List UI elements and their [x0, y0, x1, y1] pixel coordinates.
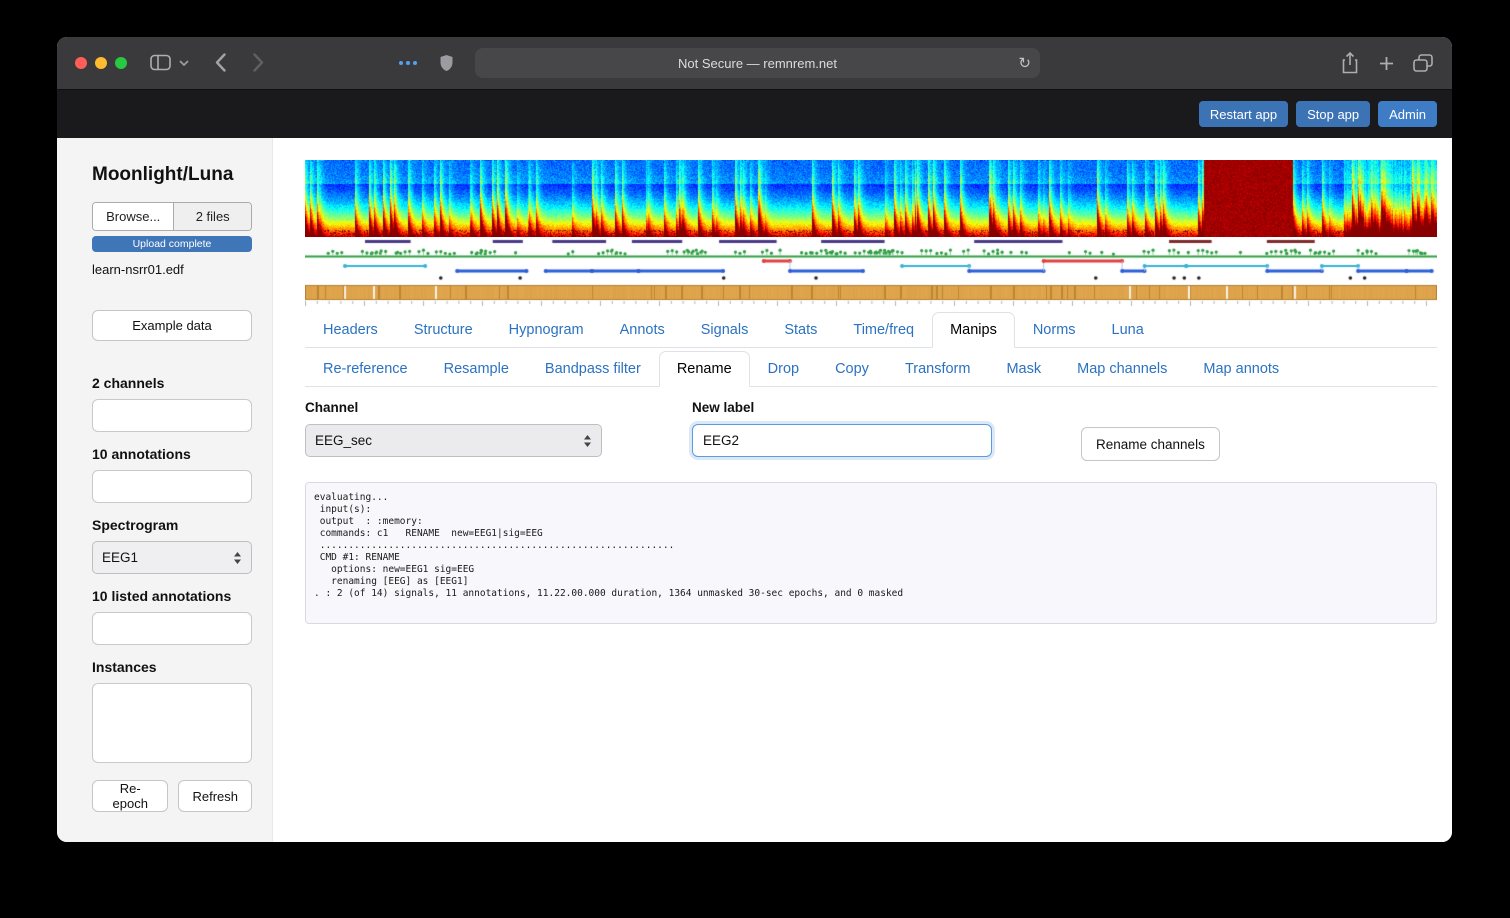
sidebar-toggle-icon[interactable] — [150, 54, 171, 71]
app-body: Moonlight/Luna Browse... 2 files Upload … — [57, 138, 1452, 842]
forward-icon[interactable] — [253, 53, 264, 72]
annotation-tracks — [305, 237, 1437, 307]
new-label-label: New label — [692, 400, 992, 415]
spectrogram-image — [305, 160, 1437, 237]
tab-structure[interactable]: Structure — [396, 312, 491, 348]
browser-window: Not Secure — remnrem.net ↻ Restart app S… — [57, 37, 1452, 842]
subtab-transform[interactable]: Transform — [887, 351, 989, 387]
console-line: input(s): — [314, 504, 1428, 516]
stop-app-button[interactable]: Stop app — [1296, 101, 1370, 127]
re-epoch-button[interactable]: Re-epoch — [92, 780, 168, 812]
select-arrows-icon — [233, 551, 242, 565]
annotations-heading: 10 annotations — [92, 446, 252, 462]
sidebar-buttons: Re-epoch Refresh — [92, 780, 252, 812]
tab-annots[interactable]: Annots — [602, 312, 683, 348]
spectrogram-channel-select[interactable]: EEG1 — [92, 541, 252, 574]
uploaded-filename: learn-nsrr01.edf — [92, 262, 252, 277]
address-bar[interactable]: Not Secure — remnrem.net ↻ — [475, 48, 1040, 78]
app-title: Moonlight/Luna — [92, 164, 252, 186]
tab-headers[interactable]: Headers — [305, 312, 396, 348]
console-line: ........................................… — [314, 540, 1428, 552]
manips-tab-bar: Re-reference Resample Bandpass filter Re… — [305, 351, 1437, 387]
console-line: output : :memory: — [314, 516, 1428, 528]
file-upload-control[interactable]: Browse... 2 files — [92, 202, 252, 231]
tab-norms[interactable]: Norms — [1015, 312, 1094, 348]
back-icon[interactable] — [215, 53, 226, 72]
browse-button[interactable]: Browse... — [93, 203, 174, 230]
files-count-badge: 2 files — [174, 203, 251, 230]
subtab-bandpass-filter[interactable]: Bandpass filter — [527, 351, 659, 387]
subtab-map-annots[interactable]: Map annots — [1185, 351, 1297, 387]
restart-app-button[interactable]: Restart app — [1199, 101, 1288, 127]
tab-signals[interactable]: Signals — [683, 312, 767, 348]
tab-manips[interactable]: Manips — [932, 312, 1015, 348]
share-icon[interactable] — [1341, 51, 1359, 75]
subtab-re-reference[interactable]: Re-reference — [305, 351, 426, 387]
minimize-button[interactable] — [95, 57, 107, 69]
instances-heading: Instances — [92, 659, 252, 675]
zoom-button[interactable] — [115, 57, 127, 69]
instances-listbox[interactable] — [92, 683, 252, 763]
channels-heading: 2 channels — [92, 375, 252, 391]
spectrogram-heading: Spectrogram — [92, 517, 252, 533]
select-arrows-icon — [583, 434, 592, 448]
listed-annotations-input[interactable] — [92, 612, 252, 645]
tab-time-freq[interactable]: Time/freq — [835, 312, 932, 348]
app-header: Restart app Stop app Admin — [57, 89, 1452, 138]
console-line: commands: c1 RENAME new=EEG1|sig=EEG — [314, 528, 1428, 540]
sidebar: Moonlight/Luna Browse... 2 files Upload … — [57, 138, 273, 842]
example-data-button[interactable]: Example data — [92, 310, 252, 341]
subtab-rename[interactable]: Rename — [659, 351, 750, 387]
listed-annotations-heading: 10 listed annotations — [92, 588, 252, 604]
rename-channels-button[interactable]: Rename channels — [1081, 427, 1220, 461]
main-tab-bar: Headers Structure Hypnogram Annots Signa… — [305, 312, 1437, 348]
refresh-button[interactable]: Refresh — [178, 780, 252, 812]
console-line: renaming [EEG] as [EEG1] — [314, 576, 1428, 588]
channels-input[interactable] — [92, 399, 252, 432]
tab-luna[interactable]: Luna — [1094, 312, 1162, 348]
browser-toolbar: Not Secure — remnrem.net ↻ — [57, 37, 1452, 89]
channel-label: Channel — [305, 400, 602, 415]
close-button[interactable] — [75, 57, 87, 69]
console-line: options: new=EEG1 sig=EEG — [314, 564, 1428, 576]
subtab-drop[interactable]: Drop — [750, 351, 817, 387]
new-label-input[interactable] — [692, 424, 992, 457]
channel-select-value: EEG_sec — [315, 433, 372, 448]
chevron-down-icon[interactable] — [179, 60, 189, 66]
console-line: CMD #1: RENAME — [314, 552, 1428, 564]
upload-progress-bar: Upload complete — [92, 236, 252, 252]
channel-select[interactable]: EEG_sec — [305, 424, 602, 457]
subtab-mask[interactable]: Mask — [988, 351, 1059, 387]
app-header-buttons: Restart app Stop app Admin — [1199, 101, 1437, 127]
privacy-shield-icon[interactable] — [439, 54, 454, 72]
spectrogram-channel-value: EEG1 — [102, 550, 138, 565]
tab-overview-icon[interactable] — [1413, 54, 1433, 72]
subtab-map-channels[interactable]: Map channels — [1059, 351, 1185, 387]
tab-stats[interactable]: Stats — [766, 312, 835, 348]
url-text: Not Secure — remnrem.net — [475, 48, 1040, 78]
admin-button[interactable]: Admin — [1378, 101, 1437, 127]
subtab-copy[interactable]: Copy — [817, 351, 887, 387]
console-line: . : 2 (of 14) signals, 11 annotations, 1… — [314, 588, 1428, 600]
new-tab-icon[interactable] — [1379, 56, 1394, 71]
console-line: evaluating... — [314, 492, 1428, 504]
tab-hypnogram[interactable]: Hypnogram — [491, 312, 602, 348]
extensions-icon[interactable] — [397, 59, 419, 67]
rename-form: Channel EEG_sec New label Rename channel… — [305, 400, 1437, 462]
subtab-resample[interactable]: Resample — [426, 351, 527, 387]
annotations-input[interactable] — [92, 470, 252, 503]
reload-icon[interactable]: ↻ — [1018, 54, 1031, 72]
console-output: evaluating... input(s): output : :memory… — [305, 482, 1437, 624]
main-content: Headers Structure Hypnogram Annots Signa… — [273, 138, 1452, 842]
